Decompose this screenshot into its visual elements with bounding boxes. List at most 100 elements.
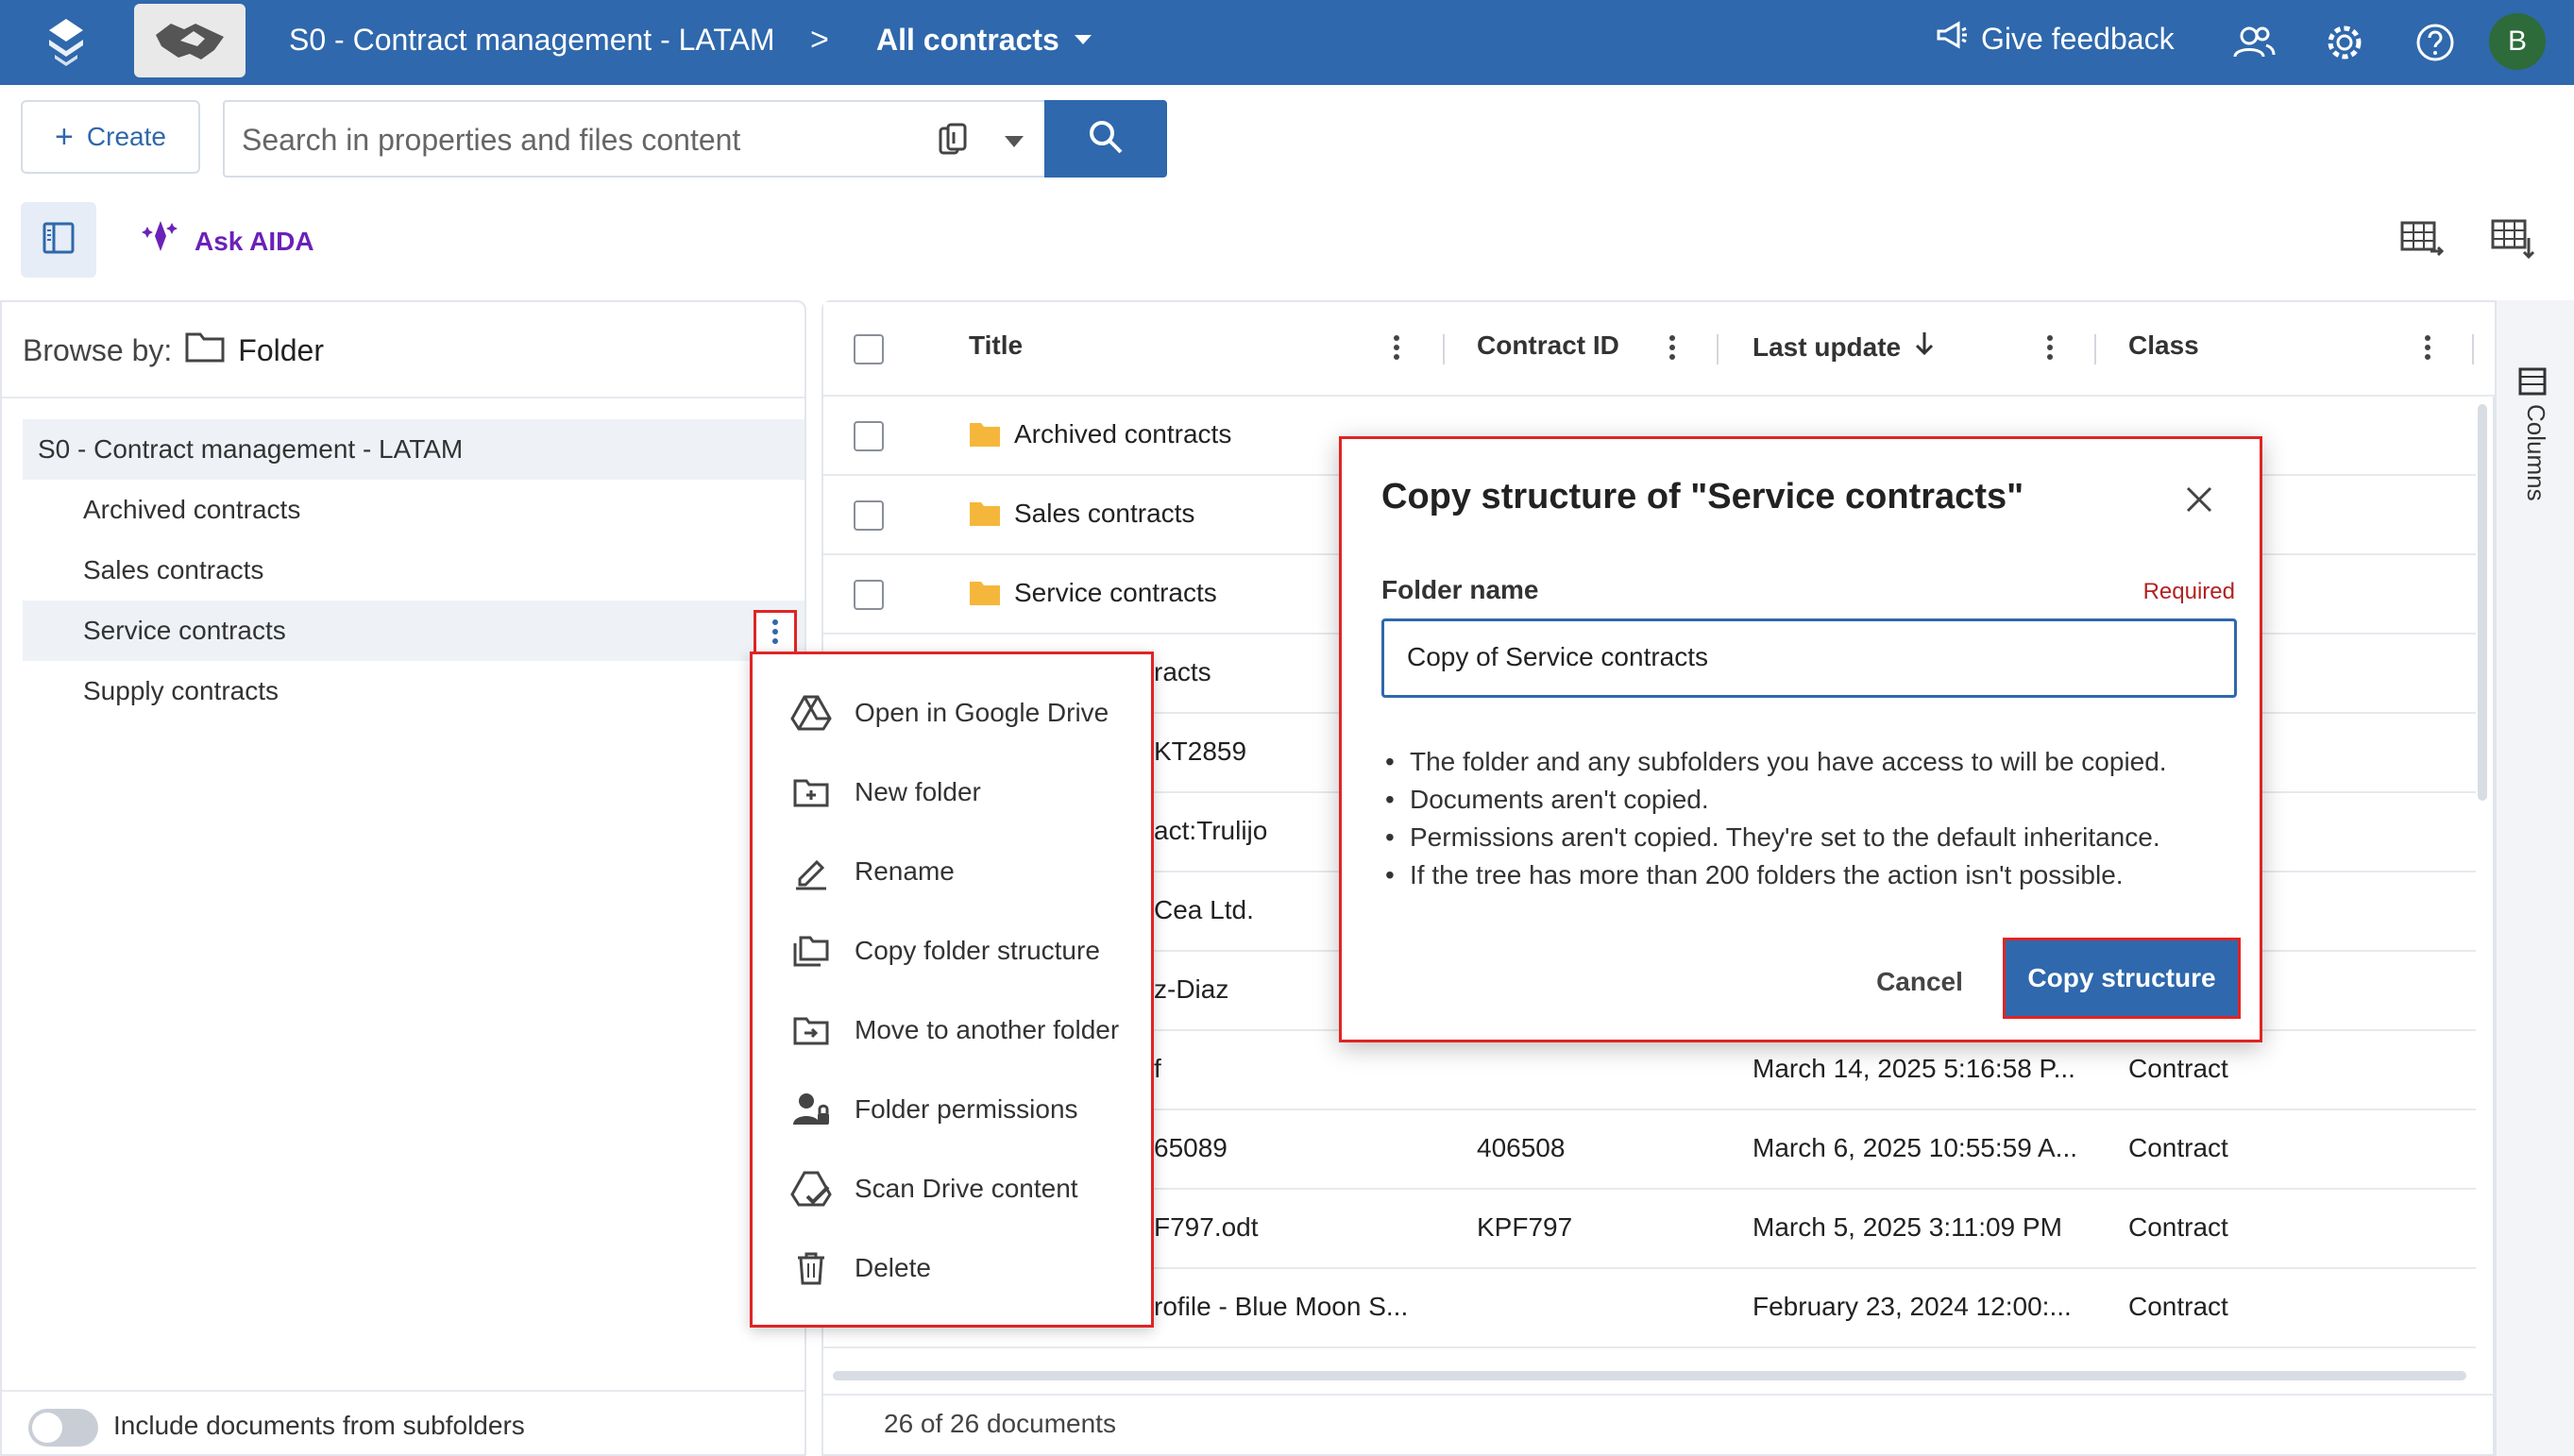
file-content-search-icon[interactable] xyxy=(935,121,973,161)
tree-item-archived-contracts[interactable]: Archived contracts xyxy=(23,480,804,540)
avatar[interactable]: B xyxy=(2489,13,2546,70)
create-button[interactable]: + Create xyxy=(21,100,200,174)
row-title[interactable]: z-Diaz xyxy=(1154,974,1228,1005)
row-title[interactable]: rofile - Blue Moon S... xyxy=(1154,1292,1408,1322)
sparkle-icon xyxy=(142,217,183,265)
row-contract-id: KPF797 xyxy=(1477,1212,1573,1242)
row-title[interactable]: Service contracts xyxy=(1014,578,1217,608)
handshake-icon[interactable] xyxy=(134,4,246,77)
menu-item-label: Scan Drive content xyxy=(855,1174,1078,1203)
menu-item-new-folder[interactable]: New folder xyxy=(790,764,981,821)
menu-item-delete[interactable]: Delete xyxy=(790,1240,931,1296)
dialog-notes: The folder and any subfolders you have a… xyxy=(1383,743,2167,894)
search-scope-dropdown-icon[interactable] xyxy=(1005,136,1024,147)
row-title[interactable]: f xyxy=(1154,1054,1161,1084)
row-contract-id: 406508 xyxy=(1477,1133,1566,1162)
tree-root[interactable]: S0 - Contract management - LATAM xyxy=(23,419,804,480)
dialog-note: Documents aren't copied. xyxy=(1383,781,2167,819)
folder-icon xyxy=(969,580,1001,606)
column-menu-icon[interactable] xyxy=(2423,330,2432,364)
menu-item-folder-permissions[interactable]: Folder permissions xyxy=(790,1081,1078,1138)
move-folder-icon xyxy=(790,1009,832,1051)
breadcrumb-separator: > xyxy=(810,22,829,58)
column-header-class[interactable]: Class xyxy=(2128,330,2199,361)
vertical-scrollbar[interactable] xyxy=(2478,404,2487,801)
folder-icon xyxy=(969,500,1001,527)
trash-icon xyxy=(790,1247,832,1289)
row-checkbox[interactable] xyxy=(854,421,884,451)
include-subfolders-toggle[interactable] xyxy=(28,1409,98,1447)
search-box[interactable]: Search in properties and files content xyxy=(223,100,1046,178)
export-table-icon[interactable] xyxy=(2398,215,2446,261)
browse-by-selector[interactable]: Browse by: Folder xyxy=(23,330,324,370)
table-settings-icon[interactable] xyxy=(2489,215,2536,261)
repository-title[interactable]: S0 - Contract management - LATAM xyxy=(289,21,775,59)
browse-by-value: Folder xyxy=(238,332,324,367)
copy-structure-button[interactable]: Copy structure xyxy=(2003,938,2241,1019)
menu-item-label: Move to another folder xyxy=(855,1015,1120,1044)
row-checkbox[interactable] xyxy=(854,580,884,610)
columns-sidebar-tab[interactable]: Columns xyxy=(2495,300,2574,1456)
menu-item-label: Copy folder structure xyxy=(855,936,1100,965)
menu-item-copy-folder-structure[interactable]: Copy folder structure xyxy=(790,923,1100,979)
dialog-title: Copy structure of "Service contracts" xyxy=(1381,477,2024,516)
divider xyxy=(2,1390,804,1392)
select-all-checkbox[interactable] xyxy=(854,334,884,364)
app-logo-icon[interactable] xyxy=(45,17,87,68)
menu-item-label: Delete xyxy=(855,1253,931,1282)
close-icon[interactable] xyxy=(2180,481,2218,518)
row-title[interactable]: 65089 xyxy=(1154,1133,1228,1163)
search-input[interactable]: Search in properties and files content xyxy=(242,123,740,158)
rename-icon xyxy=(790,851,832,892)
row-title[interactable]: Cea Ltd. xyxy=(1154,895,1254,925)
tree-item-service-contracts[interactable]: Service contracts xyxy=(23,601,804,661)
column-divider[interactable] xyxy=(1717,334,1719,364)
row-title[interactable]: KT2859 xyxy=(1154,736,1246,767)
create-label: Create xyxy=(86,122,166,151)
users-icon[interactable] xyxy=(2232,21,2276,64)
column-menu-icon[interactable] xyxy=(2045,330,2055,364)
menu-item-label: Open in Google Drive xyxy=(855,698,1109,727)
menu-item-move-to-another-folder[interactable]: Move to another folder xyxy=(790,1002,1119,1058)
browse-by-label: Browse by: xyxy=(23,332,173,367)
column-divider[interactable] xyxy=(1443,334,1445,364)
column-header-contract-id[interactable]: Contract ID xyxy=(1477,330,1619,361)
cancel-button[interactable]: Cancel xyxy=(1835,949,2005,1015)
row-title[interactable]: Archived contracts xyxy=(1014,419,1231,449)
column-divider[interactable] xyxy=(2094,334,2096,364)
help-icon[interactable] xyxy=(2413,21,2457,64)
row-title[interactable]: Sales contracts xyxy=(1014,499,1194,529)
column-menu-icon[interactable] xyxy=(1392,330,1401,364)
menu-item-scan-drive-content[interactable]: Scan Drive content xyxy=(790,1160,1078,1217)
gear-icon[interactable] xyxy=(2323,21,2366,64)
row-class: Contract xyxy=(2128,1212,2228,1242)
column-divider xyxy=(2472,334,2474,364)
row-title[interactable]: racts xyxy=(1154,657,1211,687)
column-menu-icon[interactable] xyxy=(1668,330,1677,364)
permissions-icon xyxy=(790,1089,832,1130)
row-title[interactable]: F797.odt xyxy=(1154,1212,1259,1243)
column-header-title[interactable]: Title xyxy=(969,330,1023,361)
include-subfolders-label: Include documents from subfolders xyxy=(113,1411,525,1440)
column-header-last-update[interactable]: Last update xyxy=(1753,330,1935,364)
search-button[interactable] xyxy=(1044,100,1167,178)
folder-name-input[interactable]: Copy of Service contracts xyxy=(1381,618,2237,698)
toggle-left-panel-button[interactable] xyxy=(21,202,96,278)
divider xyxy=(823,1394,2495,1396)
give-feedback-label: Give feedback xyxy=(1981,21,2175,56)
row-class: Contract xyxy=(2128,1054,2228,1083)
tree-item-supply-contracts[interactable]: Supply contracts xyxy=(23,661,804,721)
menu-item-rename[interactable]: Rename xyxy=(790,843,955,900)
give-feedback-button[interactable]: Give feedback xyxy=(1936,21,2175,57)
row-title[interactable]: act:Trulijo xyxy=(1154,816,1267,846)
menu-item-label: Folder permissions xyxy=(855,1094,1078,1124)
horizontal-scrollbar[interactable] xyxy=(833,1371,2466,1380)
ask-aida-button[interactable]: Ask AIDA xyxy=(142,217,314,265)
view-selector[interactable]: All contracts xyxy=(876,21,1092,59)
row-checkbox[interactable] xyxy=(854,500,884,531)
dialog-note: Permissions aren't copied. They're set t… xyxy=(1383,819,2167,856)
scan-drive-icon xyxy=(790,1168,832,1210)
tree-item-sales-contracts[interactable]: Sales contracts xyxy=(23,540,804,601)
folder-actions-button[interactable] xyxy=(754,610,797,657)
menu-item-open-in-google-drive[interactable]: Open in Google Drive xyxy=(790,685,1109,741)
